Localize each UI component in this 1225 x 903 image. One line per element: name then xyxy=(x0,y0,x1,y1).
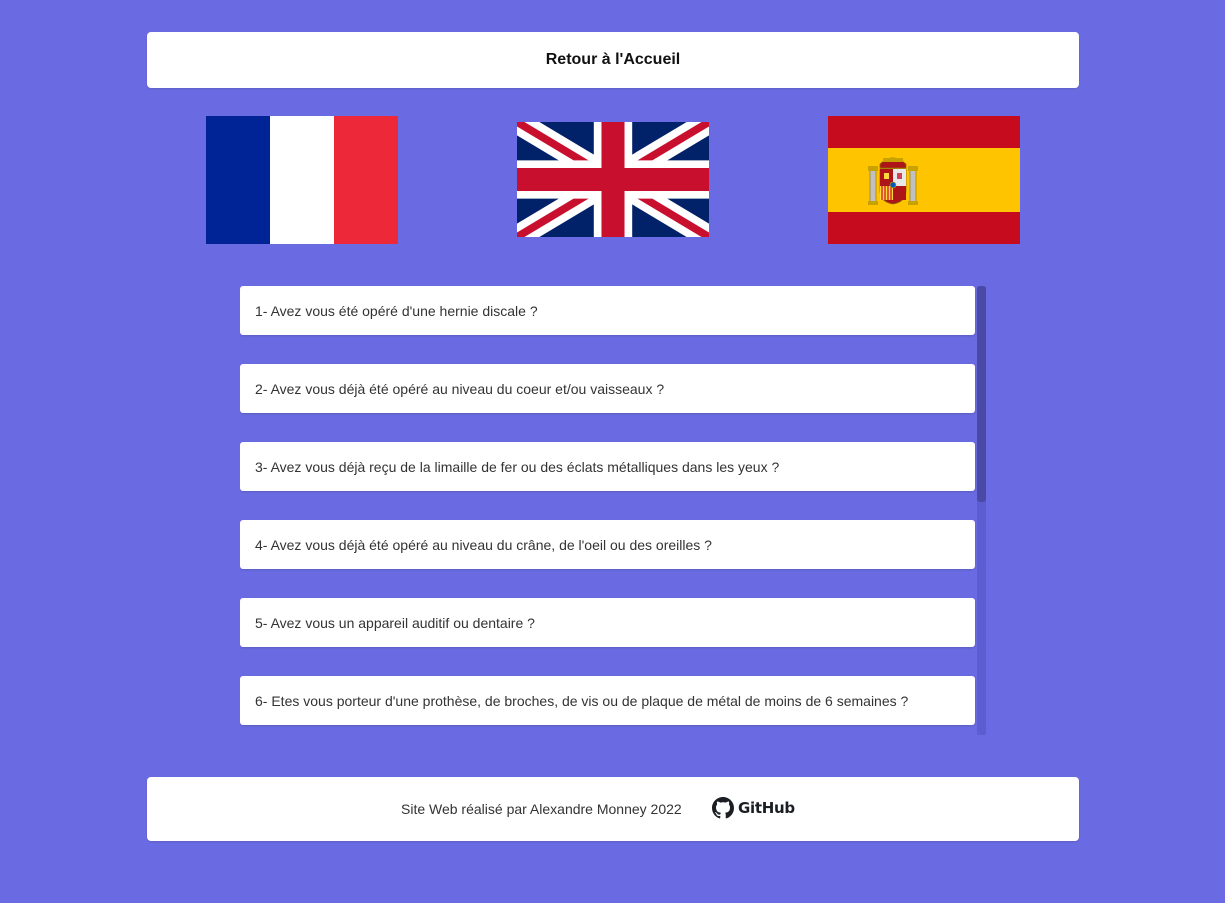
home-button[interactable]: Retour à l'Accueil xyxy=(147,32,1079,88)
home-button-label: Retour à l'Accueil xyxy=(545,51,681,68)
fr-flag-icon[interactable] xyxy=(206,116,398,244)
github-label: GitHub xyxy=(738,799,795,817)
es-flag-icon[interactable] xyxy=(828,116,1020,244)
uk-flag-icon[interactable] xyxy=(517,122,709,237)
footer: Site Web réalisé par Alexandre Monney 20… xyxy=(147,777,1079,841)
scrollbar-thumb[interactable] xyxy=(977,286,986,502)
question-list[interactable]: 1- Avez vous été opéré d'une hernie disc… xyxy=(240,286,986,735)
question-item-5[interactable]: 5- Avez vous un appareil auditif ou dent… xyxy=(240,598,975,647)
question-item-2[interactable]: 2- Avez vous déjà été opéré au niveau du… xyxy=(240,364,975,413)
question-item-3[interactable]: 3- Avez vous déjà reçu de la limaille de… xyxy=(240,442,975,491)
question-item-1[interactable]: 1- Avez vous été opéré d'une hernie disc… xyxy=(240,286,975,335)
github-link[interactable]: GitHub xyxy=(712,797,795,819)
question-list-scrollbar[interactable] xyxy=(977,286,986,735)
question-item-6[interactable]: 6- Etes vous porteur d'une prothèse, de … xyxy=(240,676,975,725)
github-icon xyxy=(712,797,734,819)
footer-credit: Site Web réalisé par Alexandre Monney 20… xyxy=(401,801,682,817)
question-item-4[interactable]: 4- Avez vous déjà été opéré au niveau du… xyxy=(240,520,975,569)
